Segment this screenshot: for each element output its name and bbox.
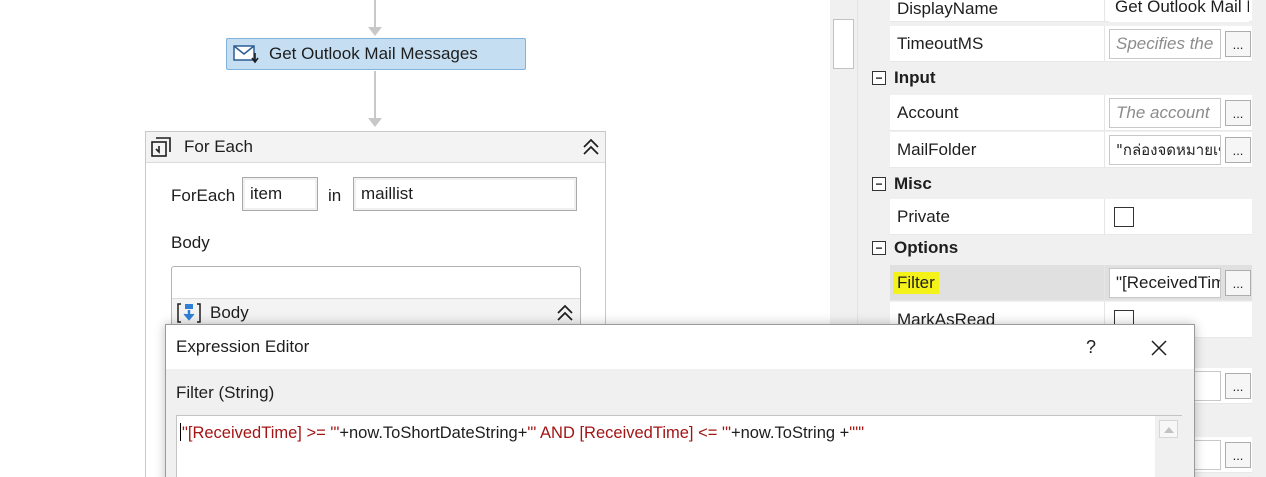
category-label: Misc <box>894 174 932 193</box>
property-separator <box>1104 199 1105 235</box>
connector-arrow-top <box>368 27 382 36</box>
collapse-body-button[interactable] <box>554 302 576 324</box>
foreach-title: For Each <box>184 137 253 156</box>
body-inner-title: Body <box>210 302 249 322</box>
collapse-toggle-icon[interactable]: − <box>872 177 886 191</box>
editor-scrollbar[interactable] <box>1155 416 1182 477</box>
category-misc[interactable]: − Misc <box>866 170 1256 198</box>
help-button[interactable]: ? <box>1079 335 1103 359</box>
scroll-up-button[interactable] <box>1159 420 1178 438</box>
category-options[interactable]: − Options <box>866 234 1256 262</box>
category-label: Options <box>894 238 959 257</box>
property-name: Account <box>897 103 959 122</box>
hidden-ellipsis-button-2[interactable]: ... <box>1225 442 1251 468</box>
property-row-timeoutms[interactable]: TimeoutMS Specifies the ... <box>890 26 1252 62</box>
property-row-displayname[interactable]: DisplayName Get Outlook Mail Messages <box>890 0 1252 22</box>
filter-ellipsis-button[interactable]: ... <box>1225 270 1251 296</box>
expression-field-label: Filter (String) <box>176 383 275 402</box>
double-chevron-up-icon <box>583 138 599 155</box>
mailfolder-ellipsis-button[interactable]: ... <box>1225 137 1251 163</box>
foreach-item-input[interactable]: item <box>242 177 318 211</box>
dialog-title: Expression Editor <box>176 337 310 356</box>
text-caret <box>180 423 181 441</box>
foreach-loop-icon <box>151 137 171 157</box>
timeoutms-input[interactable]: Specifies the <box>1109 29 1221 59</box>
account-input[interactable]: The account <box>1109 98 1221 128</box>
property-separator <box>1104 26 1105 62</box>
property-name: MailFolder <box>897 140 977 159</box>
filter-input[interactable]: "[ReceivedTime] >= '" <box>1109 268 1221 298</box>
category-label: Input <box>894 68 936 87</box>
mailfolder-input[interactable]: "กล่องจดหมายเข้า" <box>1109 135 1221 165</box>
body-label: Body <box>171 233 210 252</box>
connector-line-middle <box>374 71 376 119</box>
collapse-foreach-button[interactable] <box>580 136 602 158</box>
expression-token: +now.ToString + <box>730 424 850 442</box>
private-checkbox[interactable] <box>1114 207 1134 227</box>
hidden-ellipsis-button-1[interactable]: ... <box>1225 373 1251 399</box>
activity-label: Get Outlook Mail Messages <box>269 44 478 63</box>
property-name: Private <box>897 207 950 226</box>
filter-highlight: Filter <box>893 272 939 294</box>
get-outlook-mail-activity[interactable]: Get Outlook Mail Messages <box>226 38 526 70</box>
collapse-toggle-icon[interactable]: − <box>872 71 886 85</box>
property-separator <box>1104 265 1105 301</box>
foreach-collection-input[interactable]: maillist <box>353 177 577 211</box>
triangle-up-icon <box>1163 426 1174 433</box>
property-name: Filter <box>893 265 939 301</box>
envelope-download-icon <box>233 45 259 64</box>
close-button[interactable] <box>1146 335 1172 361</box>
expression-token: "'" <box>849 424 865 442</box>
timeoutms-ellipsis-button[interactable]: ... <box>1225 31 1251 57</box>
account-ellipsis-button[interactable]: ... <box>1225 100 1251 126</box>
sequence-icon <box>177 302 201 323</box>
expression-token: +now.ToShortDateString+ <box>339 424 528 442</box>
foreach-header[interactable]: For Each <box>146 132 605 163</box>
property-row-private[interactable]: Private <box>890 199 1252 235</box>
expression-editor-dialog: Expression Editor ? Filter (String) "[Re… <box>165 324 1195 477</box>
property-separator <box>1104 0 1105 22</box>
property-row-mailfolder[interactable]: MailFolder "กล่องจดหมายเข้า" ... <box>890 132 1252 168</box>
double-chevron-up-icon <box>557 304 573 321</box>
foreach-label: ForEach <box>171 186 236 205</box>
category-input[interactable]: − Input <box>866 64 1256 92</box>
scroll-thumb[interactable] <box>833 19 854 69</box>
dialog-body: Filter (String) "[ReceivedTime] >= '"+no… <box>166 369 1194 477</box>
property-separator <box>1104 95 1105 131</box>
collapse-toggle-icon[interactable]: − <box>872 241 886 255</box>
expression-token: "' AND [ReceivedTime] <= '" <box>527 424 731 442</box>
property-name: TimeoutMS <box>897 34 984 53</box>
in-label: in <box>328 186 342 205</box>
expression-textarea[interactable]: "[ReceivedTime] >= '"+now.ToShortDateStr… <box>176 415 1182 477</box>
displayname-value[interactable]: Get Outlook Mail Messages <box>1109 0 1249 22</box>
connector-line-top <box>374 0 376 28</box>
body-sequence-header[interactable]: Body <box>172 298 580 326</box>
property-row-filter[interactable]: Filter "[ReceivedTime] >= '" ... <box>890 265 1252 301</box>
property-name: DisplayName <box>897 0 999 18</box>
dialog-titlebar[interactable]: Expression Editor ? <box>166 325 1194 369</box>
connector-arrow-middle <box>368 118 382 127</box>
close-icon <box>1151 340 1167 356</box>
property-separator <box>1104 132 1105 168</box>
property-row-account[interactable]: Account The account ... <box>890 95 1252 131</box>
expression-text[interactable]: "[ReceivedTime] >= '"+now.ToShortDateStr… <box>180 423 864 443</box>
expression-token: "[ReceivedTime] >= '" <box>182 424 340 442</box>
